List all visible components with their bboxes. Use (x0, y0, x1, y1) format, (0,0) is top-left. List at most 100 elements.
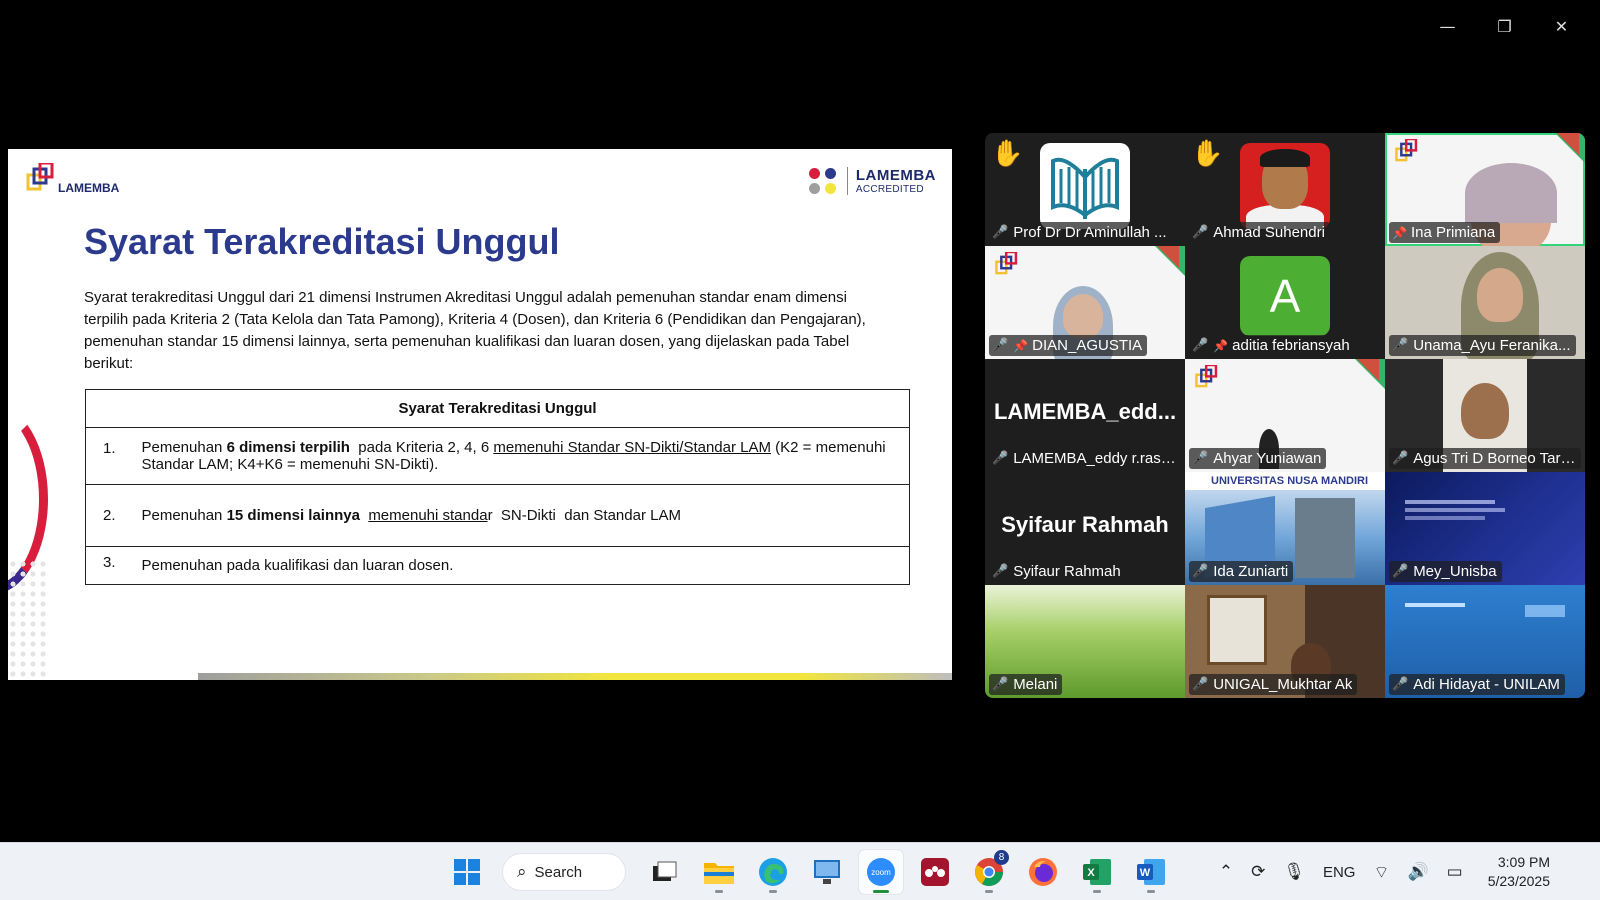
remote-desktop-icon (814, 860, 840, 884)
mendeley-button[interactable] (913, 850, 957, 894)
excel-button[interactable]: X (1075, 850, 1119, 894)
battery-icon[interactable]: ▭ (1447, 862, 1463, 882)
participant-name: 🎤 Ahmad Suhendri (1189, 222, 1330, 243)
participant-name: 🎤 Syifaur Rahmah (989, 561, 1126, 582)
participant-tile[interactable]: 🎤 Agus Tri D Borneo Tara... (1385, 359, 1585, 472)
minimize-button[interactable]: — (1419, 10, 1476, 42)
edge-button[interactable] (751, 850, 795, 894)
sync-icon[interactable]: ⟳ (1251, 862, 1265, 882)
firefox-button[interactable] (1021, 850, 1065, 894)
mic-muted-icon: 🎤 (992, 677, 1009, 692)
mic-muted-icon: 🎤 (1392, 338, 1409, 353)
participant-tile[interactable]: ✋ 🎤 Ahmad Suhendri (1185, 133, 1385, 246)
taskbar-search[interactable]: ⌕ Search (502, 853, 626, 891)
mic-muted-icon: 🎤 (992, 564, 1009, 579)
participant-name: 🎤 Ida Zuniarti (1189, 561, 1294, 582)
table-row: 3. Pemenuhan pada kualifikasi dan luaran… (85, 546, 910, 585)
participant-name: 🎤 Agus Tri D Borneo Tara... (1389, 448, 1581, 469)
shared-screen-slide: LAMEMBA LAMEMBA ACCREDITED Syarat Terakr… (8, 149, 952, 680)
tree-logo-avatar (1040, 143, 1130, 229)
accredited-title: LAMEMBA (855, 167, 936, 184)
participant-tile[interactable]: 🎤 Mey_Unisba (1385, 472, 1585, 585)
background-text-line (1405, 603, 1465, 607)
file-explorer-button[interactable] (697, 850, 741, 894)
svg-text:X: X (1087, 867, 1095, 879)
clock[interactable]: 3:09 PM 5/23/2025 (1488, 853, 1550, 891)
participant-tile[interactable]: LAMEMBA_edd... 🎤 LAMEMBA_eddy r.rasy... (985, 359, 1185, 472)
table-row: 2. Pemenuhan 15 dimensi lainnya memenuhi… (85, 484, 910, 547)
pin-icon: 📌 (1013, 338, 1029, 353)
profile-photo-avatar (1240, 143, 1330, 229)
minimize-icon: — (1439, 16, 1456, 36)
participant-tile[interactable]: 📌 Ina Primiana (1385, 133, 1585, 246)
participant-tile[interactable]: A 🎤 📌 aditia febriansyah (1185, 246, 1385, 359)
pin-icon: 📌 (1213, 338, 1229, 353)
table-header: Syarat Terakreditasi Unggul (85, 389, 910, 428)
mic-muted-icon: 🎤 (1192, 225, 1209, 240)
participant-tile[interactable]: Syifaur Rahmah 🎤 Syifaur Rahmah (985, 472, 1185, 585)
row-number: 2. (85, 484, 138, 547)
zoom-button[interactable]: zoom (859, 850, 903, 894)
participant-name: 🎤 📌 DIAN_AGUSTIA (989, 335, 1148, 356)
lamemba-logo-icon (1195, 365, 1218, 388)
background-text-line (1405, 508, 1505, 512)
building-image (1295, 498, 1355, 578)
lamemba-logo-icon (1395, 139, 1418, 162)
participant-tile[interactable]: 🎤 Melani (985, 585, 1185, 698)
participant-tile[interactable]: 🎤 Unama_Ayu Feranika... (1385, 246, 1585, 359)
participant-tile[interactable]: UNIVERSITAS NUSA MANDIRI 🎤 Ida Zuniarti (1185, 472, 1385, 585)
microphone-icon[interactable]: 🎙 (1283, 862, 1305, 882)
mic-muted-icon: 🎤 (1392, 451, 1409, 466)
svg-text:zoom: zoom (871, 868, 891, 877)
mic-muted-icon: 🎤 (992, 225, 1009, 240)
restore-icon: ❐ (1497, 16, 1512, 36)
background-decoration (1557, 133, 1579, 155)
mic-muted-icon: 🎤 (1192, 451, 1209, 466)
close-button[interactable]: ✕ (1533, 10, 1590, 42)
participant-display-name: Syifaur Rahmah (1001, 512, 1169, 537)
chrome-button[interactable]: 8 (967, 850, 1011, 894)
university-banner: UNIVERSITAS NUSA MANDIRI (1185, 472, 1385, 490)
start-button[interactable] (445, 850, 489, 894)
raised-hand-icon: ✋ (991, 139, 1024, 169)
background-decoration (1357, 359, 1379, 381)
mic-muted-icon: 🎤 (1392, 677, 1409, 692)
participant-tile[interactable]: 🎤 Adi Hidayat - UNILAM (1385, 585, 1585, 698)
lamemba-logo-icon (995, 252, 1018, 275)
row-text: Pemenuhan 15 dimensi lainnya memenuhi st… (137, 484, 910, 547)
participant-gallery: ✋ 🎤 Prof Dr Dr Aminullah ... ✋ 🎤 Ahmad Suh… (985, 133, 1585, 698)
excel-icon: X (1083, 859, 1111, 885)
requirements-table: Syarat Terakreditasi Unggul 1. Pemenuhan… (85, 389, 910, 585)
windows-icon (454, 859, 480, 885)
language-indicator[interactable]: ENG (1323, 864, 1356, 881)
lamemba-logo-icon (26, 163, 54, 191)
word-button[interactable]: W (1129, 850, 1173, 894)
participant-tile[interactable]: ✋ 🎤 Prof Dr Dr Aminullah ... (985, 133, 1185, 246)
mic-muted-icon: 🎤 (1192, 564, 1209, 579)
zoom-icon: zoom (867, 858, 895, 886)
participant-name: 🎤 LAMEMBA_eddy r.rasy... (989, 448, 1181, 469)
wifi-icon[interactable]: ⌔ (1373, 862, 1389, 883)
restore-button[interactable]: ❐ (1476, 10, 1533, 42)
remote-desktop-button[interactable] (805, 850, 849, 894)
row-number: 3. (85, 546, 138, 585)
edge-icon (759, 858, 787, 886)
decorative-dots (8, 559, 48, 680)
accredited-subtitle: ACCREDITED (855, 184, 924, 195)
lamemba-accredited-logo: LAMEMBA ACCREDITED (808, 167, 936, 195)
hijab (1465, 163, 1557, 223)
folder-icon (704, 863, 734, 884)
wall-board-image (1207, 595, 1267, 665)
chevron-up-icon[interactable]: ⌃ (1219, 862, 1233, 882)
task-view-button[interactable] (643, 850, 687, 894)
mic-muted-icon: 🎤 (1192, 677, 1209, 692)
participant-tile[interactable]: 🎤 📌 DIAN_AGUSTIA (985, 246, 1185, 359)
firefox-icon (1029, 858, 1057, 886)
background-decoration (1157, 246, 1179, 268)
window-controls: — ❐ ✕ (1419, 10, 1590, 42)
volume-icon[interactable]: 🔊 (1407, 862, 1428, 882)
system-tray: ⌃ ⟳ 🎙 ENG ⌔ 🔊 ▭ 3:09 PM 5/23/2025 (1210, 843, 1550, 900)
participant-tile[interactable]: 🎤 Ahyar Yuniawan (1185, 359, 1385, 472)
participant-tile[interactable]: 🎤 UNIGAL_Mukhtar Ak (1185, 585, 1385, 698)
lamemba-wordmark: LAMEMBA (58, 181, 120, 195)
